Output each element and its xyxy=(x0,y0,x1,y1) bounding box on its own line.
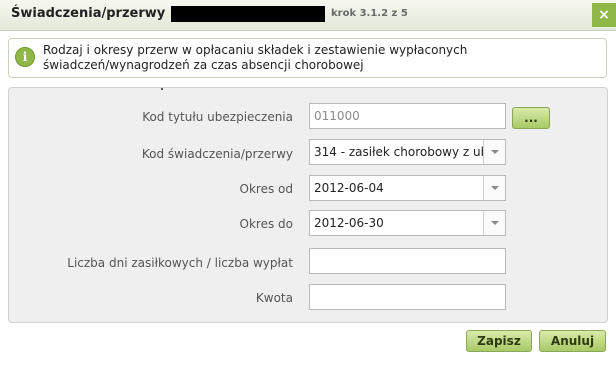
kod-swiadczenia-value: 314 - zasiłek chorobowy z ub xyxy=(314,145,484,159)
chevron-down-icon xyxy=(491,186,499,190)
chevron-down-icon xyxy=(491,221,499,225)
info-line-1: Rodzaj i okresy przerw w opłacaniu skład… xyxy=(43,43,468,57)
okres-od-field[interactable]: 2012-06-04 xyxy=(309,175,506,201)
okres-od-dropdown[interactable] xyxy=(483,176,505,200)
browse-button[interactable]: ... xyxy=(512,107,550,129)
info-line-2: świadczeń/wynagrodzeń za czas absencji c… xyxy=(43,58,364,72)
cancel-button[interactable]: Anuluj xyxy=(539,330,606,352)
dialog-title: Świadczenia/przerwy » xyxy=(11,6,179,21)
kod-swiadczenia-dropdown[interactable] xyxy=(483,140,505,164)
info-box: i Rodzaj i okresy przerw w opłacaniu skł… xyxy=(8,38,607,78)
kod-swiadczenia-label: Kod świadczenia/przerwy xyxy=(141,147,293,161)
okres-do-label: Okres do xyxy=(239,217,293,231)
kwota-input[interactable] xyxy=(309,284,506,310)
redacted-block xyxy=(171,6,325,22)
okres-do-dropdown[interactable] xyxy=(483,211,505,235)
info-text: Rodzaj i okresy przerw w opłacaniu skład… xyxy=(43,43,583,73)
kod-tytulu-value: 011000 xyxy=(314,109,360,123)
dot-marker xyxy=(161,88,163,90)
okres-od-value: 2012-06-04 xyxy=(314,181,384,195)
liczba-dni-label: Liczba dni zasiłkowych / liczba wypłat xyxy=(67,256,293,270)
close-button[interactable]: × xyxy=(592,3,616,27)
step-indicator: krok 3.1.2 z 5 xyxy=(331,8,408,19)
okres-do-value: 2012-06-30 xyxy=(314,216,384,230)
info-icon: i xyxy=(15,47,35,67)
kod-tytulu-label: Kod tytułu ubezpieczenia xyxy=(142,110,293,124)
kod-tytulu-field[interactable]: 011000 xyxy=(309,103,506,129)
kod-swiadczenia-select[interactable]: 314 - zasiłek chorobowy z ub xyxy=(309,139,506,165)
save-button[interactable]: Zapisz xyxy=(466,330,532,352)
kwota-label: Kwota xyxy=(255,291,293,305)
liczba-dni-input[interactable] xyxy=(309,248,506,274)
dialog-titlebar: Świadczenia/przerwy » krok 3.1.2 z 5 × xyxy=(0,0,616,31)
okres-do-field[interactable]: 2012-06-30 xyxy=(309,210,506,236)
okres-od-label: Okres od xyxy=(239,182,293,196)
chevron-down-icon xyxy=(491,150,499,154)
